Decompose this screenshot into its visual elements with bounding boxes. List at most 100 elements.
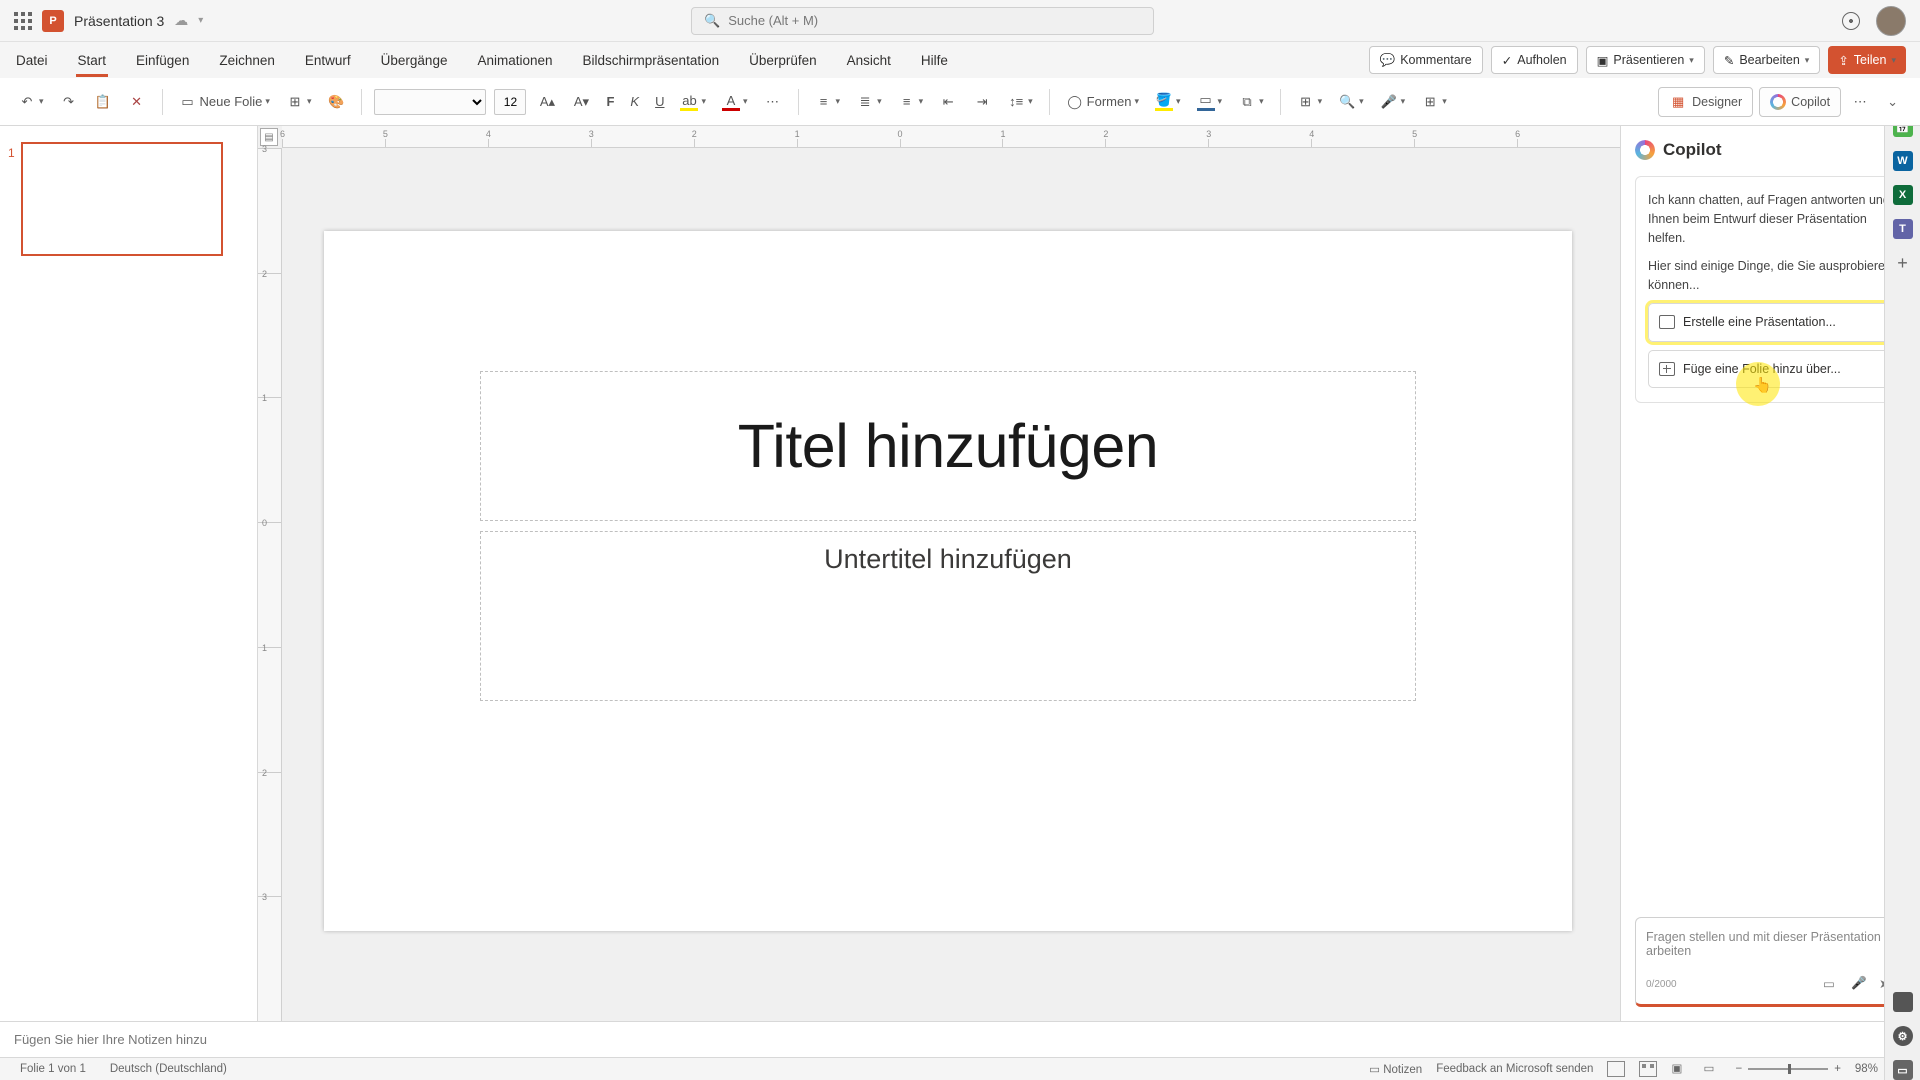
- find-button[interactable]: 🔍▾: [1334, 88, 1368, 116]
- copilot-ribbon-button[interactable]: Copilot: [1759, 87, 1841, 117]
- undo-button[interactable]: ↶▾: [14, 88, 48, 116]
- edit-button[interactable]: ✎ Bearbeiten ▾: [1713, 46, 1820, 74]
- tab-draw[interactable]: Zeichnen: [217, 45, 277, 76]
- notes-placeholder: Fügen Sie hier Ihre Notizen hinzu: [14, 1032, 207, 1047]
- comments-button[interactable]: 💬 Kommentare: [1369, 46, 1483, 74]
- zoom-in-button[interactable]: +: [1834, 1063, 1841, 1075]
- decrease-font-button[interactable]: A▾: [568, 88, 594, 116]
- app-launcher-icon[interactable]: [14, 12, 32, 30]
- mic-icon[interactable]: 🎤: [1851, 976, 1867, 992]
- share-button[interactable]: ⇪ Teilen ▾: [1828, 46, 1906, 74]
- indent-dec-button[interactable]: ⇤: [935, 88, 961, 116]
- titlebar: P Präsentation 3 ☁ ▾ 🔍 Suche (Alt + M): [0, 0, 1920, 42]
- rail-add-icon[interactable]: +: [1897, 253, 1908, 274]
- line-spacing-button[interactable]: ↕≡▾: [1003, 88, 1037, 116]
- paste-button[interactable]: 📋: [90, 88, 116, 116]
- tab-view[interactable]: Ansicht: [845, 45, 893, 76]
- redo-button[interactable]: ↷: [56, 88, 82, 116]
- subtitle-placeholder[interactable]: Untertitel hinzufügen: [480, 531, 1416, 701]
- table-button[interactable]: ⊞▾: [1293, 88, 1327, 116]
- paste-icon: 📋: [94, 93, 112, 111]
- feedback-link[interactable]: Feedback an Microsoft senden: [1436, 1063, 1593, 1075]
- tab-slideshow[interactable]: Bildschirmpräsentation: [581, 45, 722, 76]
- arrange-button[interactable]: ⧉▾: [1234, 88, 1268, 116]
- tab-file[interactable]: Datei: [14, 45, 50, 76]
- rail-app-1-icon[interactable]: [1893, 992, 1913, 1012]
- language-status[interactable]: Deutsch (Deutschland): [110, 1063, 227, 1075]
- slideshow-view-button[interactable]: ▭: [1703, 1061, 1721, 1077]
- powerpoint-icon: P: [42, 10, 64, 32]
- tab-insert[interactable]: Einfügen: [134, 45, 191, 76]
- user-avatar[interactable]: [1876, 6, 1906, 36]
- copilot-suggestion-create[interactable]: Erstelle eine Präsentation...: [1648, 303, 1893, 342]
- underline-button[interactable]: U: [651, 88, 668, 116]
- slide-count[interactable]: Folie 1 von 1: [20, 1063, 86, 1075]
- layout-button[interactable]: ⊞▾: [282, 88, 316, 116]
- slide[interactable]: Titel hinzufügen Untertitel hinzufügen: [324, 231, 1572, 931]
- search-input[interactable]: 🔍 Suche (Alt + M): [691, 7, 1154, 35]
- italic-button[interactable]: K: [626, 88, 643, 116]
- copilot-title: Copilot: [1663, 140, 1722, 160]
- document-name[interactable]: Präsentation 3: [74, 13, 164, 29]
- normal-view-button[interactable]: [1607, 1061, 1625, 1077]
- designer-button[interactable]: ▦Designer: [1658, 87, 1753, 117]
- increase-font-button[interactable]: A▴: [534, 88, 560, 116]
- collapse-ribbon-button[interactable]: ⌄: [1879, 94, 1906, 110]
- background-icon: 🎨: [327, 93, 345, 111]
- sorter-view-button[interactable]: [1639, 1061, 1657, 1077]
- attach-icon[interactable]: ▭: [1823, 976, 1839, 992]
- copilot-icon: [1770, 94, 1786, 110]
- rail-excel-icon[interactable]: X: [1893, 185, 1913, 205]
- catchup-button[interactable]: ✓ Aufholen: [1491, 46, 1578, 74]
- shape-fill-button[interactable]: 🪣▾: [1151, 88, 1185, 116]
- slide-canvas-area: ▤ 6543210123456 3210123 Titel hinzufügen…: [258, 126, 1620, 1021]
- tab-design[interactable]: Entwurf: [303, 45, 353, 76]
- zoom-out-button[interactable]: −: [1735, 1063, 1742, 1075]
- font-color-button[interactable]: A▾: [718, 88, 752, 116]
- tab-animations[interactable]: Animationen: [475, 45, 554, 76]
- bold-button[interactable]: F: [602, 88, 618, 116]
- reading-view-button[interactable]: ▣: [1671, 1061, 1689, 1077]
- slide-thumbnail[interactable]: [21, 142, 223, 256]
- font-size-input[interactable]: [494, 89, 526, 115]
- settings-icon[interactable]: [1842, 12, 1860, 30]
- more-commands-button[interactable]: ⋯: [1847, 88, 1873, 116]
- dictate-button[interactable]: 🎤▾: [1376, 88, 1410, 116]
- notes-bar[interactable]: Fügen Sie hier Ihre Notizen hinzu: [0, 1021, 1920, 1057]
- search-placeholder: Suche (Alt + M): [728, 13, 818, 28]
- zoom-control[interactable]: − +: [1735, 1063, 1840, 1075]
- cut-button[interactable]: ✕: [124, 88, 150, 116]
- rail-app-2-icon[interactable]: ⚙: [1893, 1026, 1913, 1046]
- notes-toggle[interactable]: ▭ Notizen: [1369, 1062, 1422, 1076]
- tab-transitions[interactable]: Übergänge: [379, 45, 450, 76]
- rail-app-3-icon[interactable]: ▭: [1893, 1060, 1913, 1080]
- more-font-button[interactable]: ⋯: [760, 88, 786, 116]
- title-placeholder[interactable]: Titel hinzufügen: [480, 371, 1416, 521]
- present-button[interactable]: ▣ Präsentieren ▾: [1586, 46, 1705, 74]
- present-label: Präsentieren: [1613, 53, 1684, 67]
- new-slide-button[interactable]: ▭ Neue Folie ▾: [175, 88, 274, 116]
- numbering-button[interactable]: ≣▾: [852, 88, 886, 116]
- copilot-logo-icon: [1635, 140, 1655, 160]
- zoom-value[interactable]: 98%: [1855, 1063, 1878, 1075]
- align-button[interactable]: ≡▾: [894, 88, 928, 116]
- addins-button[interactable]: ⊞▾: [1417, 88, 1451, 116]
- cut-icon: ✕: [128, 93, 146, 111]
- shapes-icon: ◯: [1066, 93, 1084, 111]
- rail-word-icon[interactable]: W: [1893, 151, 1913, 171]
- shapes-button[interactable]: ◯ Formen ▾: [1062, 88, 1143, 116]
- highlight-button[interactable]: ab▾: [676, 88, 710, 116]
- copilot-input[interactable]: Fragen stellen und mit dieser Präsentati…: [1635, 917, 1906, 1007]
- tab-home[interactable]: Start: [76, 45, 109, 76]
- tab-review[interactable]: Überprüfen: [747, 45, 819, 76]
- tab-help[interactable]: Hilfe: [919, 45, 950, 76]
- cloud-sync-icon[interactable]: ☁: [174, 12, 188, 29]
- shape-outline-button[interactable]: ▭▾: [1193, 88, 1227, 116]
- search-icon: 🔍: [704, 13, 720, 29]
- rail-teams-icon[interactable]: T: [1893, 219, 1913, 239]
- background-button[interactable]: 🎨: [323, 88, 349, 116]
- bullets-button[interactable]: ≡▾: [811, 88, 845, 116]
- font-family-select[interactable]: [374, 89, 486, 115]
- indent-inc-button[interactable]: ⇥: [969, 88, 995, 116]
- chevron-down-icon[interactable]: ▾: [198, 15, 203, 26]
